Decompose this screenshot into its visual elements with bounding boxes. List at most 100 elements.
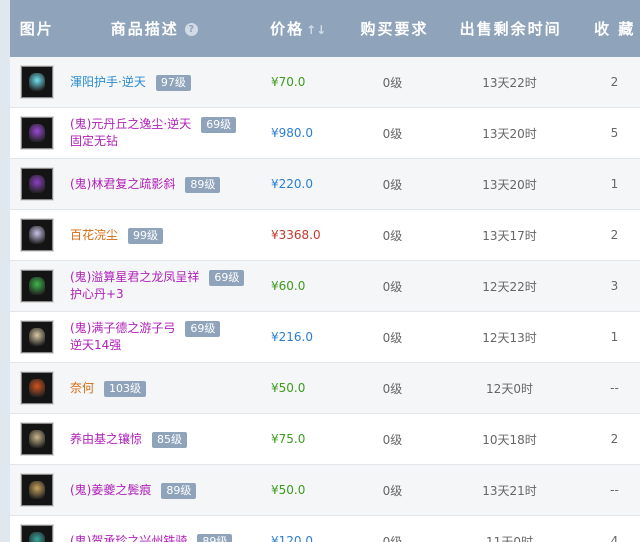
- item-favorite-count: 1: [610, 330, 619, 344]
- item-level-badge: 85级: [152, 431, 188, 448]
- item-favorite-count: 5: [610, 126, 619, 140]
- item-name[interactable]: (鬼)姜夔之鬓痕: [70, 483, 151, 497]
- item-requirement: 0级: [382, 177, 403, 192]
- item-requirement: 0级: [382, 483, 403, 498]
- table-row[interactable]: (鬼)贺承珍之兴州铁骑 89级 ¥120.0 0级 11天0时 4: [10, 516, 640, 542]
- table-row[interactable]: 养由基之镶惊 85级 ¥75.0 0级 10天18时 2: [10, 414, 640, 465]
- item-remaining-time: 11天0时: [486, 534, 533, 542]
- item-subline: 固定无钻: [70, 134, 119, 148]
- item-requirement: 0级: [382, 228, 403, 243]
- header-favorite: 收 藏: [594, 20, 636, 38]
- item-level-badge: 69级: [201, 117, 237, 133]
- item-level-badge: 97级: [155, 74, 191, 91]
- item-favorite-count: 1: [610, 177, 619, 191]
- item-desc-cell: (鬼)姜夔之鬓痕 89级: [64, 482, 267, 499]
- amulet-icon[interactable]: [21, 270, 53, 302]
- item-price: ¥75.0: [271, 432, 306, 446]
- table-header: 图片 商品描述? 价格 ↑↓ 购买要求 出售剩余时间 收 藏: [10, 0, 640, 57]
- table-row[interactable]: (鬼)姜夔之鬓痕 89级 ¥50.0 0级 13天21时 --: [10, 465, 640, 516]
- item-remaining-time: 13天20时: [482, 177, 537, 192]
- white-robe-icon[interactable]: [21, 219, 53, 251]
- header-image: 图片: [19, 20, 54, 38]
- item-remaining-time: 13天17时: [482, 228, 537, 243]
- purple-hat-icon[interactable]: [21, 117, 53, 149]
- item-requirement: 0级: [382, 126, 403, 141]
- item-name[interactable]: 百花浣尘: [70, 228, 118, 242]
- item-subline: 逆天14强: [70, 338, 122, 352]
- sort-arrows-icon[interactable]: ↑↓: [306, 23, 326, 37]
- market-table: 图片 商品描述? 价格 ↑↓ 购买要求 出售剩余时间 收 藏 渾阳护手·逆天 97级…: [10, 0, 640, 542]
- bow-icon[interactable]: [21, 423, 53, 455]
- item-price: ¥220.0: [271, 177, 313, 191]
- item-remaining-time: 10天18时: [482, 432, 537, 447]
- item-favorite-count: 3: [610, 279, 619, 293]
- item-remaining-time: 13天20时: [482, 126, 537, 141]
- item-name[interactable]: (鬼)贺承珍之兴州铁骑: [70, 534, 187, 542]
- item-name[interactable]: (鬼)元丹丘之逸尘·逆天: [70, 117, 191, 131]
- item-desc-cell: 百花浣尘 99级: [64, 227, 267, 244]
- item-subline: 护心丹+3: [70, 287, 124, 301]
- item-level-badge: 103级: [104, 380, 147, 397]
- item-price: ¥120.0: [271, 534, 313, 542]
- item-remaining-time: 12天22时: [482, 279, 537, 294]
- red-blade-icon[interactable]: [21, 372, 53, 404]
- header-desc-label: 商品描述: [110, 20, 179, 38]
- item-level-badge: 99级: [128, 227, 164, 244]
- item-desc-cell: 养由基之镶惊 85级: [64, 431, 267, 448]
- item-image-cell: [10, 474, 64, 506]
- item-price: ¥3368.0: [271, 228, 321, 242]
- item-favorite-count: --: [610, 483, 619, 497]
- item-image-cell: [10, 525, 64, 542]
- table-row[interactable]: 渾阳护手·逆天 97级 ¥70.0 0级 13天22时 2: [10, 57, 640, 108]
- cyan-glove-icon[interactable]: [21, 66, 53, 98]
- item-name[interactable]: (鬼)林君复之疏影斜: [70, 177, 175, 191]
- item-name[interactable]: (鬼)溢算星君之龙凤呈祥: [70, 270, 199, 284]
- header-price-label: 价格: [270, 20, 305, 38]
- table-row[interactable]: (鬼)林君复之疏影斜 89级 ¥220.0 0级 13天20时 1: [10, 159, 640, 210]
- item-name[interactable]: 养由基之镶惊: [70, 432, 142, 446]
- item-level-badge: 69级: [209, 270, 245, 286]
- item-image-cell: [10, 423, 64, 455]
- item-name[interactable]: 渾阳护手·逆天: [70, 75, 146, 89]
- item-price: ¥70.0: [271, 75, 306, 89]
- item-requirement: 0级: [382, 279, 403, 294]
- item-level-badge: 69级: [185, 321, 221, 337]
- header-remaining-time: 出售剩余时间: [459, 20, 562, 38]
- item-price: ¥980.0: [271, 126, 313, 140]
- item-remaining-time: 13天21时: [482, 483, 537, 498]
- table-row[interactable]: 百花浣尘 99级 ¥3368.0 0级 13天17时 2: [10, 210, 640, 261]
- bow-icon[interactable]: [21, 321, 53, 353]
- item-name[interactable]: (鬼)满子德之游子弓: [70, 321, 175, 335]
- item-favorite-count: --: [610, 381, 619, 395]
- item-requirement: 0级: [382, 381, 403, 396]
- item-favorite-count: 4: [610, 534, 619, 542]
- table-row[interactable]: (鬼)满子德之游子弓 69级 逆天14强 ¥216.0 0级 12天13时 1: [10, 312, 640, 363]
- item-desc-cell: 奈何 103级: [64, 380, 267, 397]
- purple-armor-icon[interactable]: [21, 168, 53, 200]
- table-row[interactable]: (鬼)元丹丘之逸尘·逆天 69级 固定无钻 ¥980.0 0级 13天20时 5: [10, 108, 640, 159]
- item-requirement: 0级: [382, 75, 403, 90]
- item-image-cell: [10, 168, 64, 200]
- help-icon[interactable]: ?: [184, 23, 198, 36]
- item-desc-cell: 渾阳护手·逆天 97级: [64, 74, 267, 91]
- item-remaining-time: 13天22时: [482, 75, 537, 90]
- item-image-cell: [10, 372, 64, 404]
- header-price[interactable]: 价格 ↑↓: [265, 18, 357, 39]
- item-requirement: 0级: [382, 534, 403, 542]
- green-armor-icon[interactable]: [21, 525, 53, 542]
- table-row[interactable]: 奈何 103级 ¥50.0 0级 12天0时 --: [10, 363, 640, 414]
- item-image-cell: [10, 321, 64, 353]
- item-desc-cell: (鬼)元丹丘之逸尘·逆天 69级 固定无钻: [64, 116, 267, 150]
- item-desc-cell: (鬼)溢算星君之龙凤呈祥 69级 护心丹+3: [64, 269, 267, 303]
- item-image-cell: [10, 117, 64, 149]
- header-requirement: 购买要求: [360, 20, 429, 38]
- item-desc-cell: (鬼)贺承珍之兴州铁骑 89级: [64, 533, 267, 542]
- boots-icon[interactable]: [21, 474, 53, 506]
- item-name[interactable]: 奈何: [70, 381, 94, 395]
- table-row[interactable]: (鬼)溢算星君之龙凤呈祥 69级 护心丹+3 ¥60.0 0级 12天22时 3: [10, 261, 640, 312]
- item-level-badge: 89级: [185, 176, 221, 193]
- item-price: ¥50.0: [271, 381, 306, 395]
- item-image-cell: [10, 219, 64, 251]
- item-level-badge: 89级: [161, 482, 197, 499]
- item-desc-cell: (鬼)林君复之疏影斜 89级: [64, 176, 267, 193]
